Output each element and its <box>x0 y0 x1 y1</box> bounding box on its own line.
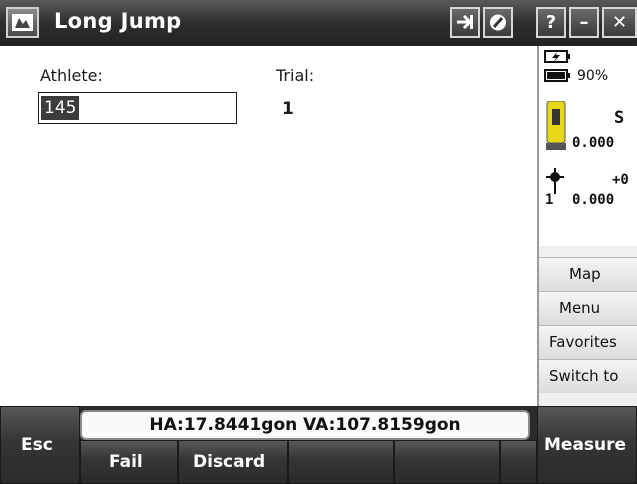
map-button[interactable]: Map <box>539 257 637 291</box>
settings-circle-icon[interactable] <box>483 7 513 38</box>
trial-label: Trial: <box>276 66 315 85</box>
battery-icon <box>544 69 570 82</box>
prism-target-icon[interactable] <box>545 168 565 194</box>
target-label: +0 <box>612 172 629 188</box>
page-title: Long Jump <box>54 9 182 33</box>
status-area: 90% S 0.000 +0 1 0.000 <box>539 46 637 246</box>
instrument-value: 0.000 <box>572 135 615 151</box>
esc-button[interactable]: Esc <box>0 406 80 484</box>
discard-button[interactable]: Discard <box>178 440 288 484</box>
softkey-empty-3 <box>500 440 537 484</box>
menu-button[interactable]: Menu <box>539 291 637 325</box>
app-icon[interactable] <box>6 7 39 38</box>
main-content: Athlete: 145 Trial: 1 <box>0 46 537 406</box>
fail-button[interactable]: Fail <box>80 440 178 484</box>
switch-to-button[interactable]: Switch to <box>539 359 637 393</box>
softkey-empty-2[interactable] <box>394 440 500 484</box>
instrument-label: S <box>614 108 625 128</box>
target-count: 1 <box>545 192 554 208</box>
target-value: 0.000 <box>572 192 615 208</box>
angle-readout: HA:17.8441gon VA:107.8159gon <box>80 410 530 440</box>
battery-percent: 90% <box>577 68 609 84</box>
athlete-field[interactable]: 145 <box>38 92 237 124</box>
athlete-label: Athlete: <box>40 66 103 85</box>
title-bar: Long Jump ? – ✕ <box>0 0 637 46</box>
status-panel: 90% S 0.000 +0 1 0.000 Map Menu Favorite… <box>537 46 637 406</box>
measure-button[interactable]: Measure <box>537 406 637 484</box>
favorites-button[interactable]: Favorites <box>539 325 637 359</box>
power-icon <box>544 50 570 63</box>
enter-icon[interactable] <box>450 7 480 38</box>
trial-value: 1 <box>282 99 294 119</box>
help-icon[interactable]: ? <box>536 7 566 38</box>
athlete-value: 145 <box>41 96 80 120</box>
instrument-icon[interactable] <box>544 101 568 151</box>
softkey-empty-1[interactable] <box>288 440 394 484</box>
minimize-icon[interactable]: – <box>569 7 599 38</box>
close-icon[interactable]: ✕ <box>602 7 637 38</box>
